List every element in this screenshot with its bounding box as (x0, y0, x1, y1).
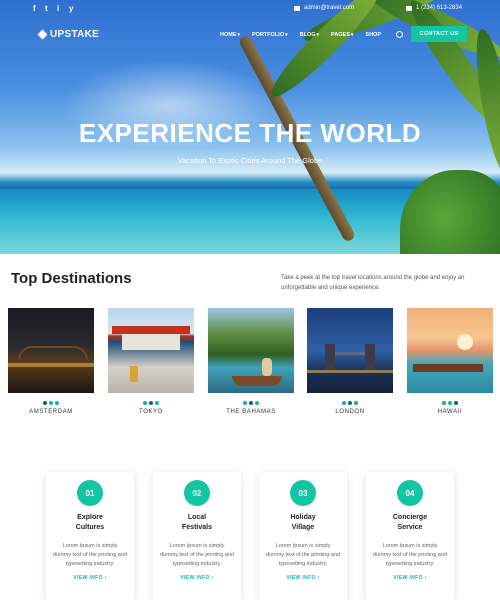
feature-title: Holiday Village (290, 514, 316, 531)
destination-card-amsterdam[interactable]: AMSTERDAM (8, 308, 94, 415)
temple-wall (122, 334, 180, 350)
nav-label: PAGES (331, 32, 350, 38)
light-reflection (8, 363, 94, 367)
section-title: Top Destinations (11, 270, 132, 287)
feature-card: 01 Explore Cultures Lorem Ipsum is simpl… (46, 472, 134, 600)
destination-name: THE BAHAMAS (226, 409, 276, 415)
nav-label: SHOP (365, 32, 381, 38)
destination-photo (407, 308, 493, 393)
nav-item-pages[interactable]: PAGES ▾ (331, 32, 353, 38)
section-description: Take a peek at the top travel locations … (281, 275, 465, 291)
feature-title: Local Festivals (182, 514, 212, 531)
envelope-icon (294, 5, 300, 11)
bridge-tower (325, 344, 335, 370)
bridge-arch (18, 346, 88, 360)
search-icon[interactable] (396, 31, 403, 38)
person (262, 358, 272, 376)
destination-name: TOKYO (139, 409, 163, 415)
hero-subtitle: Vacation To Exotic Cities Around The Glo… (177, 156, 323, 165)
carousel-dots (208, 401, 294, 405)
feature-card: 03 Holiday Village Lorem Ipsum is simply… (259, 472, 347, 600)
feature-text: Lorem Ipsum is simply dummy text of the … (53, 543, 127, 567)
destination-photo (108, 308, 194, 393)
chevron-down-icon: ▾ (350, 32, 354, 38)
site-logo[interactable]: UPSTAKE (37, 29, 100, 40)
feature-number-badge: 01 (77, 480, 103, 506)
social-links: f t i y (33, 5, 75, 13)
city-lights (307, 370, 393, 373)
destination-name: HAWAII (437, 409, 463, 415)
person (130, 366, 138, 382)
email-text: admin@travel.com (304, 5, 355, 11)
sun (457, 334, 473, 350)
bridge-tower (365, 344, 375, 370)
destination-name: LONDON (335, 409, 365, 415)
destination-card-tokyo[interactable]: TOKYO (108, 308, 194, 415)
feature-title: Concierge Service (392, 514, 428, 531)
hero-title: EXPERIENCE THE WORLD (78, 118, 422, 148)
carousel-dots (407, 401, 493, 405)
feature-text: Lorem Ipsum is simply dummy text of the … (373, 543, 447, 567)
feature-number-badge: 03 (290, 480, 316, 506)
destination-name: AMSTERDAM (29, 409, 73, 415)
facebook-icon[interactable]: f (33, 5, 39, 13)
destination-photo (208, 308, 294, 393)
feature-text: Lorem Ipsum is simply dummy text of the … (160, 543, 234, 567)
nav-item-blog[interactable]: BLOG ▾ (300, 32, 319, 38)
feature-number-badge: 02 (184, 480, 210, 506)
bridge-span (335, 352, 365, 355)
phone-icon (406, 5, 412, 11)
water-bungalows (413, 364, 483, 372)
feature-card: 02 Local Festivals Lorem Ipsum is simply… (153, 472, 241, 600)
contact-email[interactable]: admin@travel.com (294, 5, 354, 11)
destination-card-bahamas[interactable]: THE BAHAMAS (208, 308, 294, 415)
view-info-link[interactable]: VIEW INFO › (259, 575, 347, 581)
pagoda-roof (112, 326, 190, 334)
feature-number-badge: 04 (397, 480, 423, 506)
youtube-icon[interactable]: y (69, 5, 75, 13)
phone-text: 1 (234) 613-2834 (416, 5, 463, 11)
instagram-icon[interactable]: i (57, 5, 63, 13)
nav-label: HOME (220, 32, 237, 38)
destination-card-london[interactable]: LONDON (307, 308, 393, 415)
nav-label: BLOG (299, 32, 316, 38)
contact-phone[interactable]: 1 (234) 613-2834 (406, 5, 462, 11)
foliage (400, 170, 500, 254)
destination-photo (8, 308, 94, 393)
feature-text: Lorem Ipsum is simply dummy text of the … (266, 543, 340, 567)
chevron-down-icon: ▾ (316, 32, 320, 38)
logo-text: UPSTAKE (50, 29, 100, 40)
nav-item-portfolio[interactable]: PORTFOLIO ▾ (252, 32, 288, 38)
chevron-down-icon: ▾ (237, 32, 241, 38)
view-info-link[interactable]: VIEW INFO › (46, 575, 134, 581)
twitter-icon[interactable]: t (45, 5, 51, 13)
carousel-dots (108, 401, 194, 405)
contact-us-button[interactable]: CONTACT US (411, 26, 467, 42)
top-bar: f t i y admin@travel.com 1 (234) 613-283… (0, 0, 500, 18)
view-info-link[interactable]: VIEW INFO › (366, 575, 454, 581)
chevron-down-icon: ▾ (285, 32, 288, 38)
destination-card-hawaii[interactable]: HAWAII (407, 308, 493, 415)
carousel-dots (307, 401, 393, 405)
view-info-link[interactable]: VIEW INFO › (153, 575, 241, 581)
feature-card: 04 Concierge Service Lorem Ipsum is simp… (366, 472, 454, 600)
nav-item-shop[interactable]: SHOP (365, 32, 381, 38)
nav-item-home[interactable]: HOME ▾ (220, 32, 240, 38)
logo-mark-icon (37, 29, 48, 40)
main-nav: HOME ▾ PORTFOLIO ▾ BLOG ▾ PAGES ▾ SHOP (220, 32, 381, 38)
feature-title: Explore Cultures (75, 514, 105, 531)
destination-photo (307, 308, 393, 393)
boat (232, 376, 282, 386)
nav-label: PORTFOLIO (252, 32, 285, 38)
carousel-dots (8, 401, 94, 405)
